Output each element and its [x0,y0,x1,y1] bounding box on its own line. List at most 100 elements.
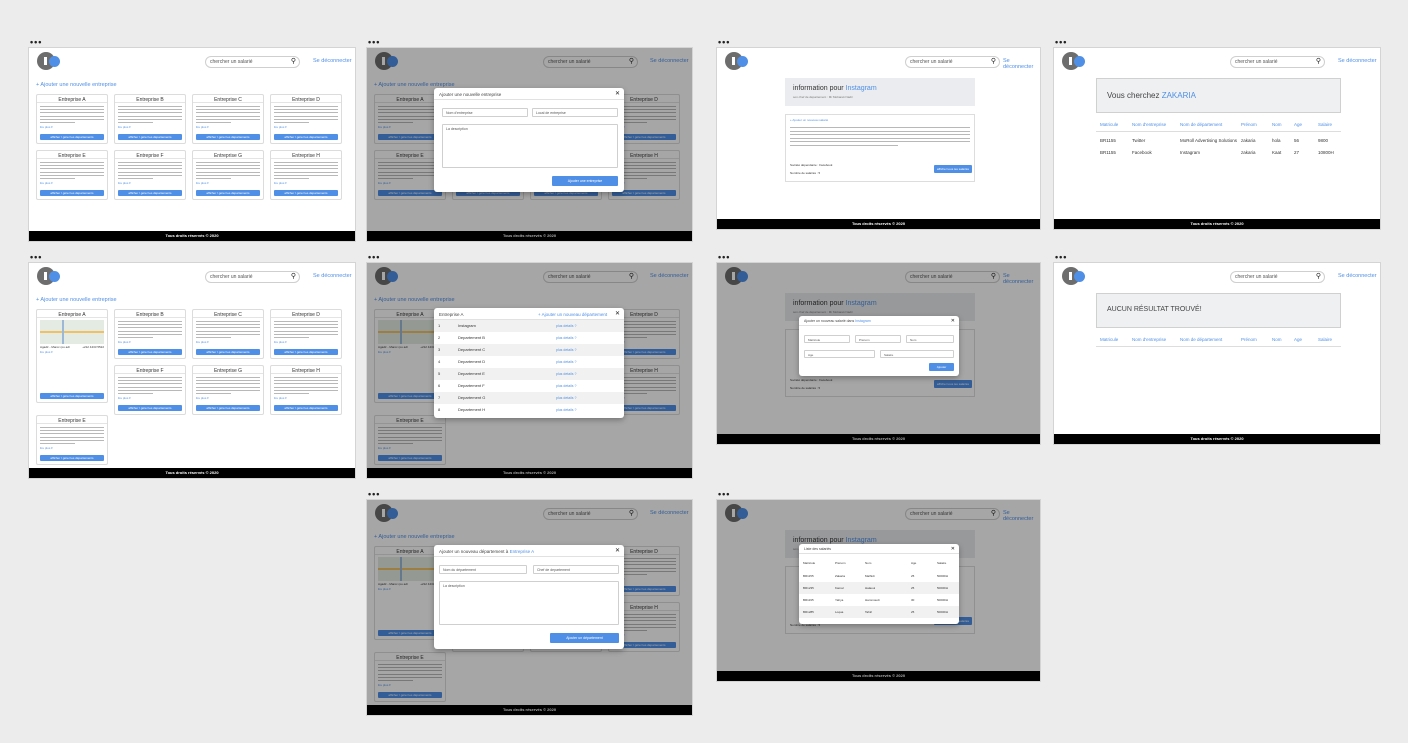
department-details-link[interactable]: plus details ? [556,392,576,404]
read-more-link[interactable]: lire plus ▾ [118,125,185,129]
logout-link[interactable]: Se déconnecter [1338,58,1377,64]
board-menu-dots[interactable]: ••• [718,253,730,262]
add-employee-link[interactable]: + Ajouter un nouveau salarié [790,118,828,122]
manage-departments-button[interactable]: afficher / gérer les départements [118,349,182,355]
search-icon[interactable]: ⚲ [1316,272,1321,282]
employee-firstname-input[interactable]: Prénom [855,335,901,343]
department-chief-input[interactable]: Chef de departement [533,565,619,574]
add-department-link[interactable]: + Ajouter un nouveau département [538,312,607,317]
department-details-link[interactable]: plus details ? [556,356,576,368]
read-more-link[interactable]: lire plus ▾ [274,396,341,400]
close-icon[interactable]: ✕ [615,310,620,317]
board-menu-dots[interactable]: ••• [1055,38,1067,47]
board-menu-dots[interactable]: ••• [368,490,380,499]
manage-departments-button[interactable]: afficher / gérer les départements [274,190,338,196]
manage-departments-button[interactable]: afficher / gérer les départements [274,349,338,355]
read-more-link[interactable]: lire plus ▾ [196,125,263,129]
manage-departments-button[interactable]: afficher / gérer les départements [118,405,182,411]
read-more-link[interactable]: lire plus ▾ [196,181,263,185]
department-row[interactable]: 8 Departement H plus details ? [434,404,624,416]
manage-departments-button[interactable]: afficher / gérer les départements [118,190,182,196]
department-details-link[interactable]: plus details ? [556,404,576,416]
results-column-header[interactable]: Prénom [1241,337,1257,342]
read-more-link[interactable]: lire plus ▾ [274,340,341,344]
manage-departments-button[interactable]: afficher / gérer les départements [40,455,104,461]
department-details-link[interactable]: plus details ? [556,320,576,332]
board-menu-dots[interactable]: ••• [368,38,380,47]
read-more-link[interactable]: lire plus ▾ [196,396,263,400]
read-more-link[interactable]: lire plus ▾ [40,350,107,354]
board-menu-dots[interactable]: ••• [368,253,380,262]
board-menu-dots[interactable]: ••• [30,38,42,47]
department-row[interactable]: 5 Departement E plus details ? [434,368,624,380]
manage-departments-button[interactable]: afficher / gérer les départements [196,190,260,196]
search-input[interactable]: chercher un salarié ⚲ [905,56,1000,68]
add-department-button[interactable]: Ajouter un département [550,633,619,643]
department-row[interactable]: 2 Departement B plus details ? [434,332,624,344]
employee-salary-input[interactable]: Salaire [880,350,954,358]
department-row[interactable]: 7 Departement G plus details ? [434,392,624,404]
department-row[interactable]: 3 Departement C plus details ? [434,344,624,356]
logout-link[interactable]: Se déconnecter [1338,273,1377,279]
department-details-link[interactable]: plus details ? [556,344,576,356]
department-row[interactable]: 4 Departement D plus details ? [434,356,624,368]
read-more-link[interactable]: lire plus ▾ [196,340,263,344]
employee-matricule-input[interactable]: Matricule [804,335,850,343]
read-more-link[interactable]: lire plus ▾ [274,181,341,185]
board-menu-dots[interactable]: ••• [718,38,730,47]
employee-row[interactable]: BR1155 Zakaria Malhidi 25 5000DH [799,570,959,582]
close-icon[interactable]: ✕ [951,318,955,324]
show-employees-button[interactable]: afficher tous les salariés [934,165,972,173]
results-column-header[interactable]: Age [1294,122,1302,127]
results-column-header[interactable]: Age [1294,337,1302,342]
employee-row[interactable]: BR1285 Loqua Tahiri 25 5000DH [799,606,959,618]
board-menu-dots[interactable]: ••• [718,490,730,499]
search-icon[interactable]: ⚲ [991,57,996,67]
employee-row[interactable]: BR1235 Kamal Halaoui 25 5000DH [799,582,959,594]
results-column-header[interactable]: Matricule [1100,337,1118,342]
company-map[interactable] [40,320,104,344]
department-name-input[interactable]: Nom du département [439,565,527,574]
company-name-input[interactable]: Nom d'entreprise [442,108,528,117]
manage-departments-button[interactable]: afficher / gérer les départements [40,134,104,140]
results-column-header[interactable]: Nom d'entreprise [1132,337,1166,342]
close-icon[interactable]: ✕ [615,90,620,97]
manage-departments-button[interactable]: afficher / gérer les départements [118,134,182,140]
manage-departments-button[interactable]: afficher / gérer les départements [40,190,104,196]
employee-lastname-input[interactable]: Nom [906,335,954,343]
company-location-input[interactable]: Local de entreprise [532,108,618,117]
read-more-link[interactable]: lire plus ▾ [118,396,185,400]
employee-row[interactable]: BR1195 Yahya Hammoudi 30 5000DH [799,594,959,606]
results-column-header[interactable]: Nom d'entreprise [1132,122,1166,127]
read-more-link[interactable]: lire plus ▾ [40,181,107,185]
read-more-link[interactable]: lire plus ▾ [274,125,341,129]
employee-age-input[interactable]: Age [804,350,875,358]
read-more-link[interactable]: lire plus ▾ [40,125,107,129]
logo[interactable] [725,52,755,72]
board-menu-dots[interactable]: ••• [1055,253,1067,262]
search-icon[interactable]: ⚲ [1316,57,1321,67]
results-column-header[interactable]: Salaire [1318,122,1332,127]
results-column-header[interactable]: Nom [1272,122,1282,127]
manage-departments-button[interactable]: afficher / gérer les départements [196,405,260,411]
manage-departments-button[interactable]: afficher / gérer les départements [196,134,260,140]
results-column-header[interactable]: Matricule [1100,122,1118,127]
search-input[interactable]: chercher un salarié ⚲ [1230,56,1325,68]
read-more-link[interactable]: lire plus ▾ [118,181,185,185]
results-column-header[interactable]: Salaire [1318,337,1332,342]
department-details-link[interactable]: plus details ? [556,368,576,380]
logout-link[interactable]: Se déconnecter [1003,58,1040,70]
manage-departments-button[interactable]: afficher / gérer les départements [40,393,104,399]
read-more-link[interactable]: lire plus ▾ [118,340,185,344]
company-description-input[interactable]: La description [442,124,618,168]
manage-departments-button[interactable]: afficher / gérer les départements [274,405,338,411]
close-icon[interactable]: ✕ [615,547,620,554]
close-icon[interactable]: ✕ [951,546,955,552]
logo[interactable] [1062,52,1092,72]
add-company-button[interactable]: Ajouter une entreprise [552,176,618,186]
results-column-header[interactable]: Nom de département [1180,122,1222,127]
department-row[interactable]: 6 Departement F plus details ? [434,380,624,392]
results-column-header[interactable]: Prénom [1241,122,1257,127]
add-employee-button[interactable]: Ajouter [929,363,954,371]
manage-departments-button[interactable]: afficher / gérer les départements [274,134,338,140]
